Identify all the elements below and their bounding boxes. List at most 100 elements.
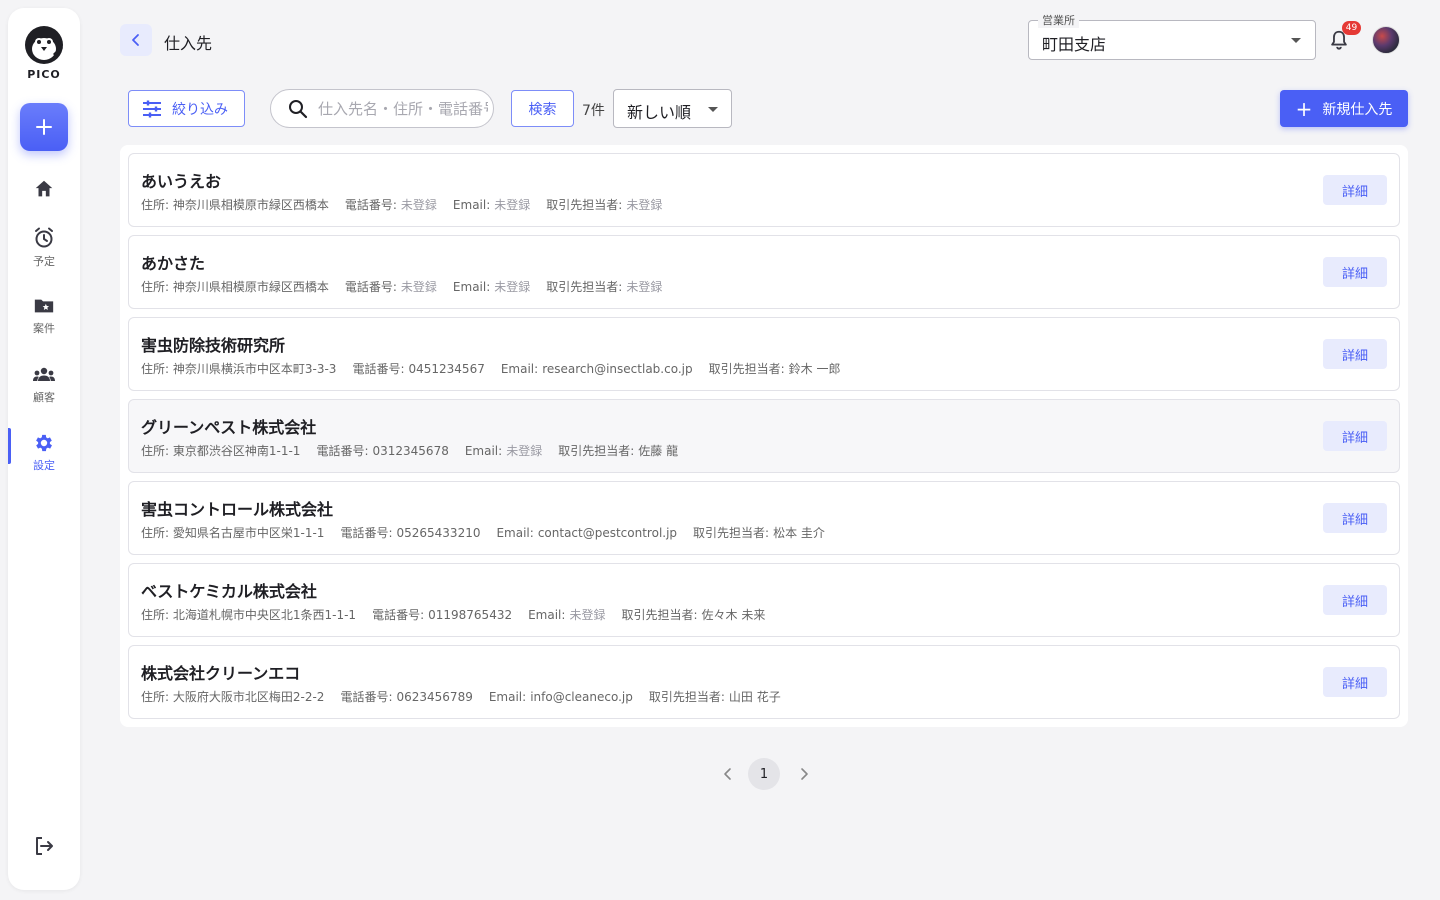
- supplier-info: 住所: 愛知県名古屋市中区栄1-1-1 電話番号: 05265433210 Email…: [141, 524, 841, 541]
- supplier-phone: 0451234567: [408, 362, 485, 376]
- supplier-row[interactable]: ベストケミカル株式会社 住所: 北海道札幌市中央区北1条西1-1-1 電話番号: 0…: [128, 563, 1400, 637]
- supplier-contact-field: 取引先担当者: 未登録: [546, 280, 662, 294]
- supplier-address: 住所: 北海道札幌市中央区北1条西1-1-1: [141, 608, 357, 622]
- sidebar: PICO 予定 案件 顧客 設定: [8, 8, 80, 890]
- supplier-row[interactable]: 株式会社クリーンエコ 住所: 大阪府大阪市北区梅田2-2-2 電話番号: 06234…: [128, 645, 1400, 719]
- prev-page-button[interactable]: [720, 766, 736, 786]
- search-button[interactable]: 検索: [511, 90, 574, 127]
- supplier-phone-label: 電話番号:: [340, 690, 393, 704]
- logo[interactable]: PICO: [8, 24, 80, 81]
- supplier-email-label: Email:: [496, 526, 534, 540]
- supplier-email-field: Email: 未登録: [453, 280, 530, 294]
- supplier-email-field: Email: research@insectlab.co.jp: [501, 362, 693, 376]
- office-label: 営業所: [1038, 12, 1079, 28]
- supplier-name: 害虫防除技術研究所: [141, 336, 286, 355]
- page-number-button[interactable]: 1: [748, 758, 780, 790]
- logout-button[interactable]: [32, 834, 56, 862]
- sidebar-item-label: 案件: [33, 322, 55, 335]
- supplier-contact-label: 取引先担当者:: [546, 198, 623, 212]
- supplier-phone: 0312345678: [372, 444, 449, 458]
- sort-value: 新しい順: [627, 103, 692, 122]
- supplier-name: グリーンペスト株式会社: [141, 418, 317, 437]
- supplier-email-label: Email:: [464, 444, 503, 458]
- penguin-logo-icon: [25, 26, 63, 64]
- supplier-row[interactable]: グリーンペスト株式会社 住所: 東京都渋谷区神南1-1-1 電話番号: 031234…: [128, 399, 1400, 473]
- supplier-contact: 未登録: [626, 198, 663, 212]
- sidebar-item-label: 予定: [33, 255, 55, 268]
- supplier-contact-label: 取引先担当者:: [621, 608, 698, 622]
- search-box: [270, 89, 494, 128]
- supplier-info: 住所: 神奈川県相模原市緑区西橋本 電話番号: 未登録 Email: 未登録 取引先担当者…: [141, 278, 678, 295]
- supplier-email: contact@pestcontrol.jp: [537, 526, 678, 540]
- detail-button[interactable]: 詳細: [1323, 339, 1387, 369]
- sidebar-item-cases[interactable]: 案件: [8, 295, 80, 336]
- supplier-phone-label: 電話番号:: [372, 608, 425, 622]
- supplier-email-field: Email: contact@pestcontrol.jp: [496, 526, 677, 540]
- supplier-contact: 鈴木 一郎: [788, 362, 841, 376]
- supplier-row[interactable]: 害虫コントロール株式会社 住所: 愛知県名古屋市中区栄1-1-1 電話番号: 052…: [128, 481, 1400, 555]
- supplier-info: 住所: 東京都渋谷区神南1-1-1 電話番号: 0312345678 Email: 未登…: [141, 442, 694, 459]
- sort-select[interactable]: 新しい順: [613, 89, 732, 128]
- supplier-email-field: Email: 未登録: [528, 608, 605, 622]
- gear-icon: [36, 434, 52, 452]
- office-value: 町田支店: [1042, 35, 1107, 54]
- next-page-button[interactable]: [796, 766, 812, 786]
- supplier-email-label: Email:: [500, 362, 539, 376]
- pagination: 1: [716, 758, 816, 790]
- supplier-phone-field: 電話番号: 0312345678: [316, 444, 448, 458]
- supplier-phone: 未登録: [400, 280, 437, 294]
- supplier-name: ベストケミカル株式会社: [141, 582, 317, 601]
- supplier-email-field: Email: info@cleaneco.jp: [489, 690, 633, 704]
- supplier-email-label: Email:: [452, 280, 491, 294]
- detail-button[interactable]: 詳細: [1323, 421, 1387, 451]
- plus-icon: [36, 119, 52, 135]
- tune-icon: [143, 100, 161, 117]
- search-input[interactable]: [318, 99, 488, 118]
- new-supplier-button[interactable]: + 新規仕入先: [1280, 90, 1408, 127]
- supplier-address: 住所: 東京都渋谷区神南1-1-1: [141, 444, 301, 458]
- avatar[interactable]: [1372, 26, 1400, 54]
- detail-button[interactable]: 詳細: [1323, 585, 1387, 615]
- back-button[interactable]: [120, 24, 152, 56]
- supplier-phone-field: 電話番号: 0623456789: [340, 690, 472, 704]
- office-select[interactable]: 営業所 町田支店: [1028, 12, 1316, 60]
- supplier-info: 住所: 大阪府大阪市北区梅田2-2-2 電話番号: 0623456789 Email:…: [141, 688, 797, 705]
- active-indicator: [8, 428, 11, 464]
- folder-star-icon: [34, 299, 54, 313]
- supplier-email-label: Email:: [452, 198, 491, 212]
- supplier-email-label: Email:: [488, 690, 527, 704]
- supplier-contact: 山田 花子: [728, 690, 781, 704]
- detail-button[interactable]: 詳細: [1323, 175, 1387, 205]
- supplier-email: 未登録: [494, 198, 531, 212]
- logo-text: PICO: [27, 68, 61, 81]
- supplier-phone-field: 電話番号: 05265433210: [340, 526, 480, 540]
- supplier-phone: 05265433210: [396, 526, 481, 540]
- chevron-right-icon: [801, 768, 808, 780]
- supplier-row[interactable]: 害虫防除技術研究所 住所: 神奈川県横浜市中区本町3-3-3 電話番号: 04512…: [128, 317, 1400, 391]
- sidebar-item-customers[interactable]: 顧客: [8, 364, 80, 405]
- sidebar-item-home[interactable]: [8, 178, 80, 200]
- chevron-down-icon: [1291, 38, 1301, 43]
- supplier-phone-label: 電話番号:: [352, 362, 405, 376]
- sidebar-item-settings[interactable]: 設定: [8, 428, 80, 473]
- supplier-email-field: Email: 未登録: [465, 444, 542, 458]
- sidebar-item-schedule[interactable]: 予定: [8, 226, 80, 269]
- detail-button[interactable]: 詳細: [1323, 667, 1387, 697]
- supplier-phone-field: 電話番号: 0451234567: [352, 362, 484, 376]
- supplier-phone: 未登録: [400, 198, 437, 212]
- chevron-down-icon: [708, 107, 718, 112]
- supplier-name: 害虫コントロール株式会社: [141, 500, 334, 519]
- supplier-row[interactable]: あいうえお 住所: 神奈川県相模原市緑区西橋本 電話番号: 未登録 Email: 未登録…: [128, 153, 1400, 227]
- detail-button[interactable]: 詳細: [1323, 257, 1387, 287]
- supplier-name: 株式会社クリーンエコ: [141, 664, 301, 683]
- supplier-contact-label: 取引先担当者:: [648, 690, 725, 704]
- supplier-contact-label: 取引先担当者:: [693, 526, 770, 540]
- supplier-email: 未登録: [569, 608, 606, 622]
- detail-button[interactable]: 詳細: [1323, 503, 1387, 533]
- supplier-row[interactable]: あかさた 住所: 神奈川県相模原市緑区西橋本 電話番号: 未登録 Email: 未登録取…: [128, 235, 1400, 309]
- filter-button[interactable]: 絞り込み: [128, 90, 245, 127]
- supplier-name: あかさた: [141, 254, 206, 273]
- supplier-contact-field: 取引先担当者: 未登録: [546, 198, 662, 212]
- supplier-phone-field: 電話番号: 未登録: [345, 280, 437, 294]
- quick-add-button[interactable]: [20, 103, 68, 151]
